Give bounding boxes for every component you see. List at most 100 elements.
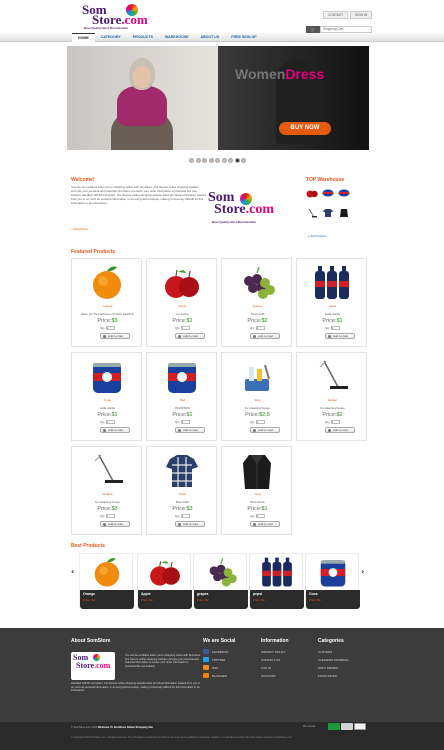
add-to-cart-button[interactable]: Add to Cart bbox=[325, 427, 355, 433]
product-card[interactable]: Coca soda drinks Price:$1 Qty 1 Add to Cart bbox=[71, 352, 142, 441]
slider-dot[interactable] bbox=[228, 158, 233, 163]
shirt-icon[interactable] bbox=[322, 208, 334, 218]
product-name[interactable]: Coca bbox=[72, 398, 143, 402]
coat-icon[interactable] bbox=[338, 208, 350, 218]
grapes-icon[interactable] bbox=[237, 263, 277, 303]
apple-icon[interactable] bbox=[162, 263, 202, 303]
mop-icon[interactable] bbox=[312, 357, 352, 397]
nav-free-sign-up[interactable]: FREE SIGN UP bbox=[225, 33, 262, 42]
quantity-field[interactable]: Qty 1 bbox=[250, 514, 265, 519]
footer-logo[interactable]: Som Store.com bbox=[71, 652, 115, 680]
best-product-name[interactable]: Coca bbox=[309, 592, 318, 596]
pepsi-can-icon[interactable] bbox=[87, 357, 127, 397]
slider-dot[interactable] bbox=[202, 158, 207, 163]
carousel-prev-icon[interactable]: ‹ bbox=[71, 567, 74, 576]
best-product-name[interactable]: Orange bbox=[83, 592, 95, 596]
carousel-next-icon[interactable]: › bbox=[361, 567, 364, 576]
info-privacy-policy[interactable]: PRIVACY POLICY bbox=[261, 650, 286, 658]
best-product-name[interactable]: pepsi bbox=[253, 592, 262, 596]
pepsi-can-icon[interactable] bbox=[322, 188, 334, 198]
product-card[interactable]: grapes fresh stuff Price:$2 Qty 1 Add to Cart bbox=[221, 258, 292, 347]
contact-link[interactable]: CONTACT bbox=[322, 11, 349, 19]
add-to-cart-button[interactable]: Add to Cart bbox=[325, 333, 355, 339]
category-clothes[interactable]: CLOTHES bbox=[318, 650, 349, 658]
slider-dot-active[interactable] bbox=[234, 158, 240, 163]
add-to-cart-button[interactable]: Add to Cart bbox=[100, 333, 130, 339]
slider-dot[interactable] bbox=[208, 158, 214, 163]
best-product-name[interactable]: grapes bbox=[197, 592, 208, 596]
shirt-icon[interactable] bbox=[162, 451, 202, 491]
best-product-card[interactable]: Coca Price: $1 bbox=[305, 553, 360, 609]
orange-icon[interactable] bbox=[87, 263, 127, 303]
buy-now-button[interactable]: BUY NOW bbox=[279, 122, 331, 135]
nav-warehouse[interactable]: WAREHOUSE bbox=[159, 33, 195, 42]
quantity-field[interactable]: Qty 1 bbox=[250, 420, 265, 425]
mop-icon[interactable] bbox=[87, 451, 127, 491]
product-card[interactable]: Coat Best dress Price:$1 Qty 1 Add to Cart bbox=[221, 446, 292, 535]
best-product-name[interactable]: Apple bbox=[141, 592, 151, 596]
nav-home[interactable]: HOME bbox=[72, 33, 95, 42]
best-product-card[interactable]: grapes Price: $2 bbox=[193, 553, 248, 609]
slider-dot[interactable] bbox=[195, 158, 201, 163]
mop-icon[interactable] bbox=[306, 208, 318, 218]
all-products-link[interactable]: » All Products bbox=[308, 234, 326, 238]
product-card[interactable]: badgae for cleaning house Price:$3 Qty 1 Add … bbox=[71, 446, 142, 535]
slider-dot[interactable] bbox=[221, 158, 227, 163]
quantity-field[interactable]: Qty 1 bbox=[175, 326, 190, 331]
best-product-card[interactable]: Apple Price: $1 bbox=[137, 553, 192, 609]
product-card[interactable]: badger for cleaning house Price:$2 Qty 1 Add … bbox=[296, 352, 367, 441]
product-name[interactable]: grapes bbox=[222, 304, 293, 308]
pepsi-can-icon[interactable] bbox=[162, 357, 202, 397]
product-card[interactable]: pepsi soda drinks Price:$1 Qty 1 Add to Cart bbox=[296, 258, 367, 347]
product-name[interactable]: Coat bbox=[222, 492, 293, 496]
nav-category[interactable]: CATEGORY bbox=[95, 33, 127, 42]
add-to-cart-button[interactable]: Add to Cart bbox=[100, 427, 130, 433]
product-name[interactable]: Sisty bbox=[222, 398, 293, 402]
best-product-card[interactable]: pepsi Price: $1 bbox=[249, 553, 304, 609]
pepsi-can-icon[interactable] bbox=[338, 188, 350, 198]
cleaning-kit-icon[interactable] bbox=[237, 357, 277, 397]
apple-icon[interactable] bbox=[306, 188, 318, 198]
slider-dot[interactable] bbox=[215, 158, 220, 163]
info-log-in[interactable]: LOG IN bbox=[261, 666, 286, 674]
add-to-cart-button[interactable]: Add to Cart bbox=[175, 521, 205, 527]
product-name[interactable]: Orange bbox=[72, 304, 143, 308]
product-name[interactable]: badger bbox=[297, 398, 368, 402]
product-card[interactable]: Bad IS DRINKS Price:$1 Qty 1 Add to Cart bbox=[146, 352, 217, 441]
slider-dot[interactable] bbox=[189, 158, 194, 163]
category-soft-drinks[interactable]: SOFT DRINKS bbox=[318, 666, 349, 674]
nav-products[interactable]: PRODUCTS bbox=[127, 33, 159, 42]
product-name[interactable]: pepsi bbox=[297, 304, 368, 308]
quantity-field[interactable]: Qty 1 bbox=[175, 514, 190, 519]
social-blogger[interactable]: BLOGGER bbox=[203, 673, 229, 682]
quantity-field[interactable]: Qty 1 bbox=[175, 420, 190, 425]
product-card[interactable]: Apple for eating Price:$1 Qty 1 Add to Cart bbox=[146, 258, 217, 347]
product-card[interactable]: Orange Rais_Un TV Harbours On land Heath … bbox=[71, 258, 142, 347]
nav-about-us[interactable]: ABOUT US bbox=[194, 33, 225, 42]
add-to-cart-button[interactable]: Add to Cart bbox=[175, 427, 205, 433]
slider-dot[interactable] bbox=[241, 158, 246, 163]
read-more-link[interactable]: » Read More bbox=[71, 227, 88, 231]
shopping-cart[interactable]: 🛒 Shopping Cart bbox=[306, 26, 372, 33]
product-name[interactable]: badgae bbox=[72, 492, 143, 496]
info-account[interactable]: ACCOUNT bbox=[261, 674, 286, 682]
pepsi-bottles-icon[interactable] bbox=[312, 263, 352, 303]
info-contact-us[interactable]: CONTACT US bbox=[261, 658, 286, 666]
quantity-field[interactable]: Qty 1 bbox=[100, 326, 115, 331]
category-food-stuff[interactable]: FOOD STUFF bbox=[318, 674, 349, 682]
cart-icon[interactable]: 🛒 bbox=[306, 26, 320, 33]
quantity-field[interactable]: Qty 1 bbox=[100, 514, 115, 519]
quantity-field[interactable]: Qty 1 bbox=[325, 420, 340, 425]
quantity-field[interactable]: Qty 1 bbox=[325, 326, 340, 331]
product-card[interactable]: Sisty for cleaning house Price:$2.5 Qty 1 Add… bbox=[221, 352, 292, 441]
add-to-cart-button[interactable]: Add to Cart bbox=[250, 333, 280, 339]
product-name[interactable]: Tshirt bbox=[147, 492, 218, 496]
product-name[interactable]: Bad bbox=[147, 398, 218, 402]
product-name[interactable]: Apple bbox=[147, 304, 218, 308]
add-to-cart-button[interactable]: Add to Cart bbox=[175, 333, 205, 339]
quantity-field[interactable]: Qty 1 bbox=[250, 326, 265, 331]
site-logo[interactable]: Som Store.com Best Quality Best Marchand… bbox=[82, 2, 154, 32]
add-to-cart-button[interactable]: Add to Cart bbox=[250, 427, 280, 433]
product-card[interactable]: Tshirt Best tshirt Price:$3 Qty 1 Add to Cart bbox=[146, 446, 217, 535]
category-cleaning-material[interactable]: CLEANING MATERIAL bbox=[318, 658, 349, 666]
